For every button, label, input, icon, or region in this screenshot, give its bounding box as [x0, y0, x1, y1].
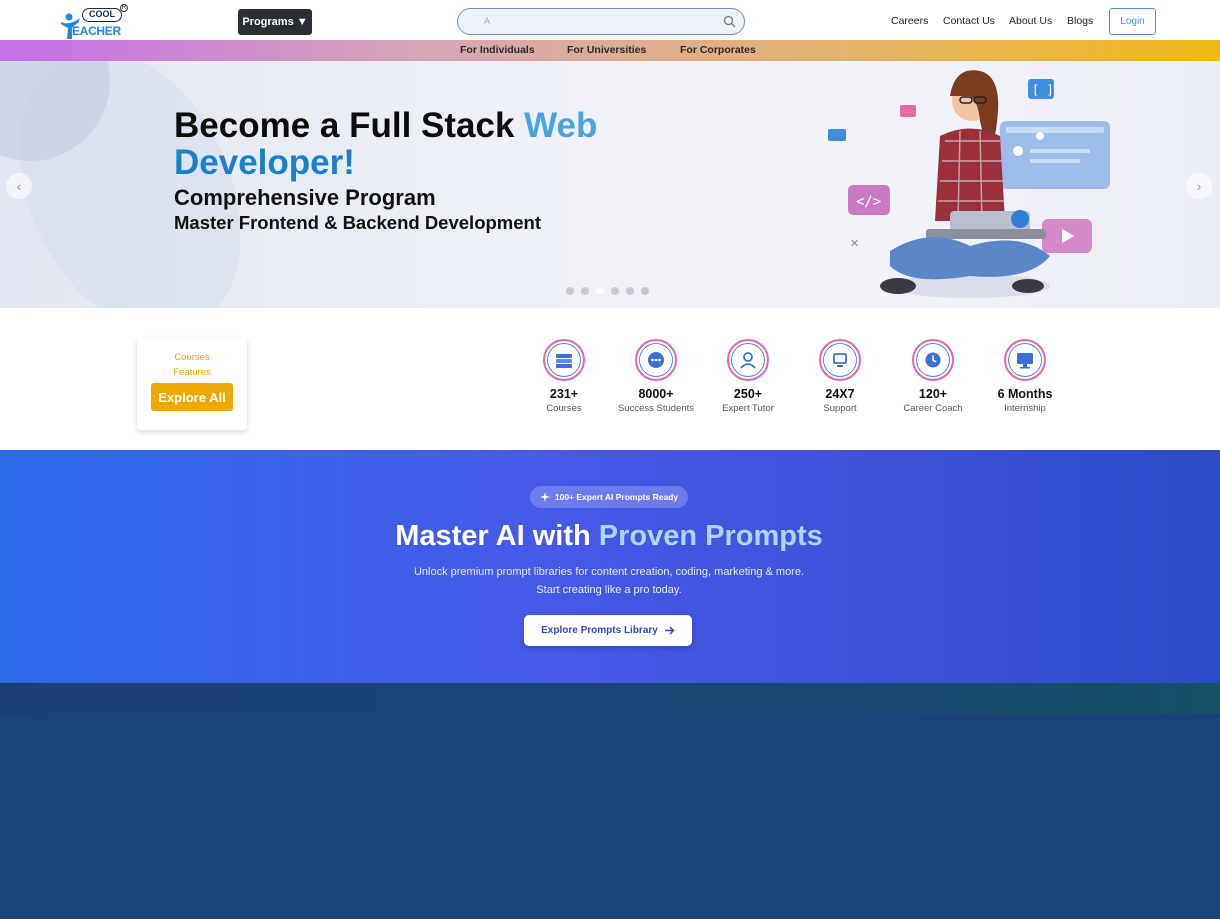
stat-label: Career Coach [903, 403, 963, 414]
explore-prompts-label: Explore Prompts Library [541, 625, 658, 636]
tutor-icon [727, 339, 769, 381]
stat-internship: 6 Months Internship [979, 339, 1071, 414]
coach-clock-icon [912, 339, 954, 381]
stat-label: Success Students [617, 403, 695, 414]
carousel-dot-active[interactable] [596, 287, 604, 295]
stat-label: Support [823, 403, 857, 414]
svg-text:✕: ✕ [850, 238, 859, 250]
top-header: COOL R EACHER Programs ▼ A Careers Conta… [0, 0, 1220, 42]
stat-value: 231+ [549, 387, 579, 401]
subnav-individuals-link[interactable]: For Individuals [460, 44, 535, 56]
login-button[interactable]: Login [1109, 8, 1156, 35]
monitor-icon [1004, 339, 1046, 381]
search-icon[interactable] [723, 15, 736, 28]
logo-teacher-text: EACHER [72, 24, 121, 38]
carousel-next-button[interactable]: › [1186, 173, 1212, 199]
stat-support: 24X7 Support [794, 339, 886, 414]
nav-blogs-link[interactable]: Blogs [1067, 15, 1093, 27]
stat-value: 6 Months [997, 387, 1053, 401]
carousel-dot[interactable] [626, 287, 634, 295]
stat-label: Expert Tutor [722, 403, 774, 414]
logo-cool-text: COOL [82, 8, 122, 22]
programs-dropdown-button[interactable]: Programs ▼ [238, 9, 312, 35]
chevron-left-icon: ‹ [16, 178, 22, 194]
carousel-indicators [566, 287, 649, 295]
features-card: Courses Features Explore All [137, 338, 247, 430]
explore-prompts-button[interactable]: Explore Prompts Library [524, 615, 692, 646]
cool-teacher-logo[interactable]: COOL R EACHER [60, 4, 130, 40]
nav-about-link[interactable]: About Us [1009, 15, 1052, 27]
next-section-band [0, 683, 1220, 714]
search-input[interactable]: A [457, 8, 745, 35]
stat-label: Courses [546, 403, 582, 414]
hero-carousel: Become a Full Stack Web Developer! Compre… [0, 61, 1220, 308]
audience-subnav: For Individuals For Universities For Cor… [0, 40, 1220, 61]
carousel-dot[interactable] [581, 287, 589, 295]
hero-title: Become a Full Stack Web Developer! [174, 106, 598, 182]
developer-illustration: </> [ ] ✕ [828, 70, 1110, 298]
ai-banner-desc-line2: Start creating like a pro today. [536, 584, 682, 596]
svg-text:</>: </> [856, 194, 881, 210]
arrow-right-icon [664, 626, 675, 635]
registered-mark: R [120, 4, 128, 12]
ai-banner-title: Master AI with Proven Prompts [395, 520, 823, 552]
subnav-universities-link[interactable]: For Universities [567, 44, 646, 56]
carousel-prev-button[interactable]: ‹ [6, 173, 32, 199]
stat-courses: 231+ Courses [518, 339, 610, 414]
stats-section: Courses Features Explore All 231+ Course… [0, 308, 1220, 450]
stat-value: 120+ [918, 387, 948, 401]
stat-value: 8000+ [638, 387, 674, 401]
stat-value: 250+ [733, 387, 763, 401]
explore-all-button[interactable]: Explore All [151, 383, 233, 411]
nav-careers-link[interactable]: Careers [891, 15, 928, 27]
carousel-dot[interactable] [641, 287, 649, 295]
hero-subtitle: Comprehensive Program [174, 185, 436, 210]
next-section-body [0, 714, 1220, 919]
nav-contact-link[interactable]: Contact Us [943, 15, 995, 27]
chat-students-icon [635, 339, 677, 381]
hero-tagline: Master Frontend & Backend Development [174, 212, 541, 233]
books-icon [543, 339, 585, 381]
ai-prompts-banner: 100+ Expert AI Prompts Ready Master AI w… [0, 450, 1220, 683]
stat-value: 24X7 [825, 387, 855, 401]
search-placeholder: A [484, 16, 491, 26]
carousel-dot[interactable] [611, 287, 619, 295]
badge-text: 100+ Expert AI Prompts Ready [554, 492, 679, 502]
carousel-dot[interactable] [566, 287, 574, 295]
ai-banner-desc-line1: Unlock premium prompt libraries for cont… [413, 566, 805, 578]
stat-label: Internship [1004, 403, 1046, 414]
stat-students: 8000+ Success Students [610, 339, 702, 414]
stat-tutors: 250+ Expert Tutor [702, 339, 794, 414]
subnav-corporates-link[interactable]: For Corporates [680, 44, 756, 56]
chevron-right-icon: › [1196, 178, 1202, 194]
svg-text:[ ]: [ ] [1032, 83, 1054, 97]
sparkle-icon [539, 492, 550, 502]
stat-coach: 120+ Career Coach [887, 339, 979, 414]
ai-prompts-badge: 100+ Expert AI Prompts Ready [530, 486, 688, 508]
features-card-line1: Courses [174, 352, 210, 363]
features-card-line2: Features [173, 367, 211, 378]
support-icon [819, 339, 861, 381]
